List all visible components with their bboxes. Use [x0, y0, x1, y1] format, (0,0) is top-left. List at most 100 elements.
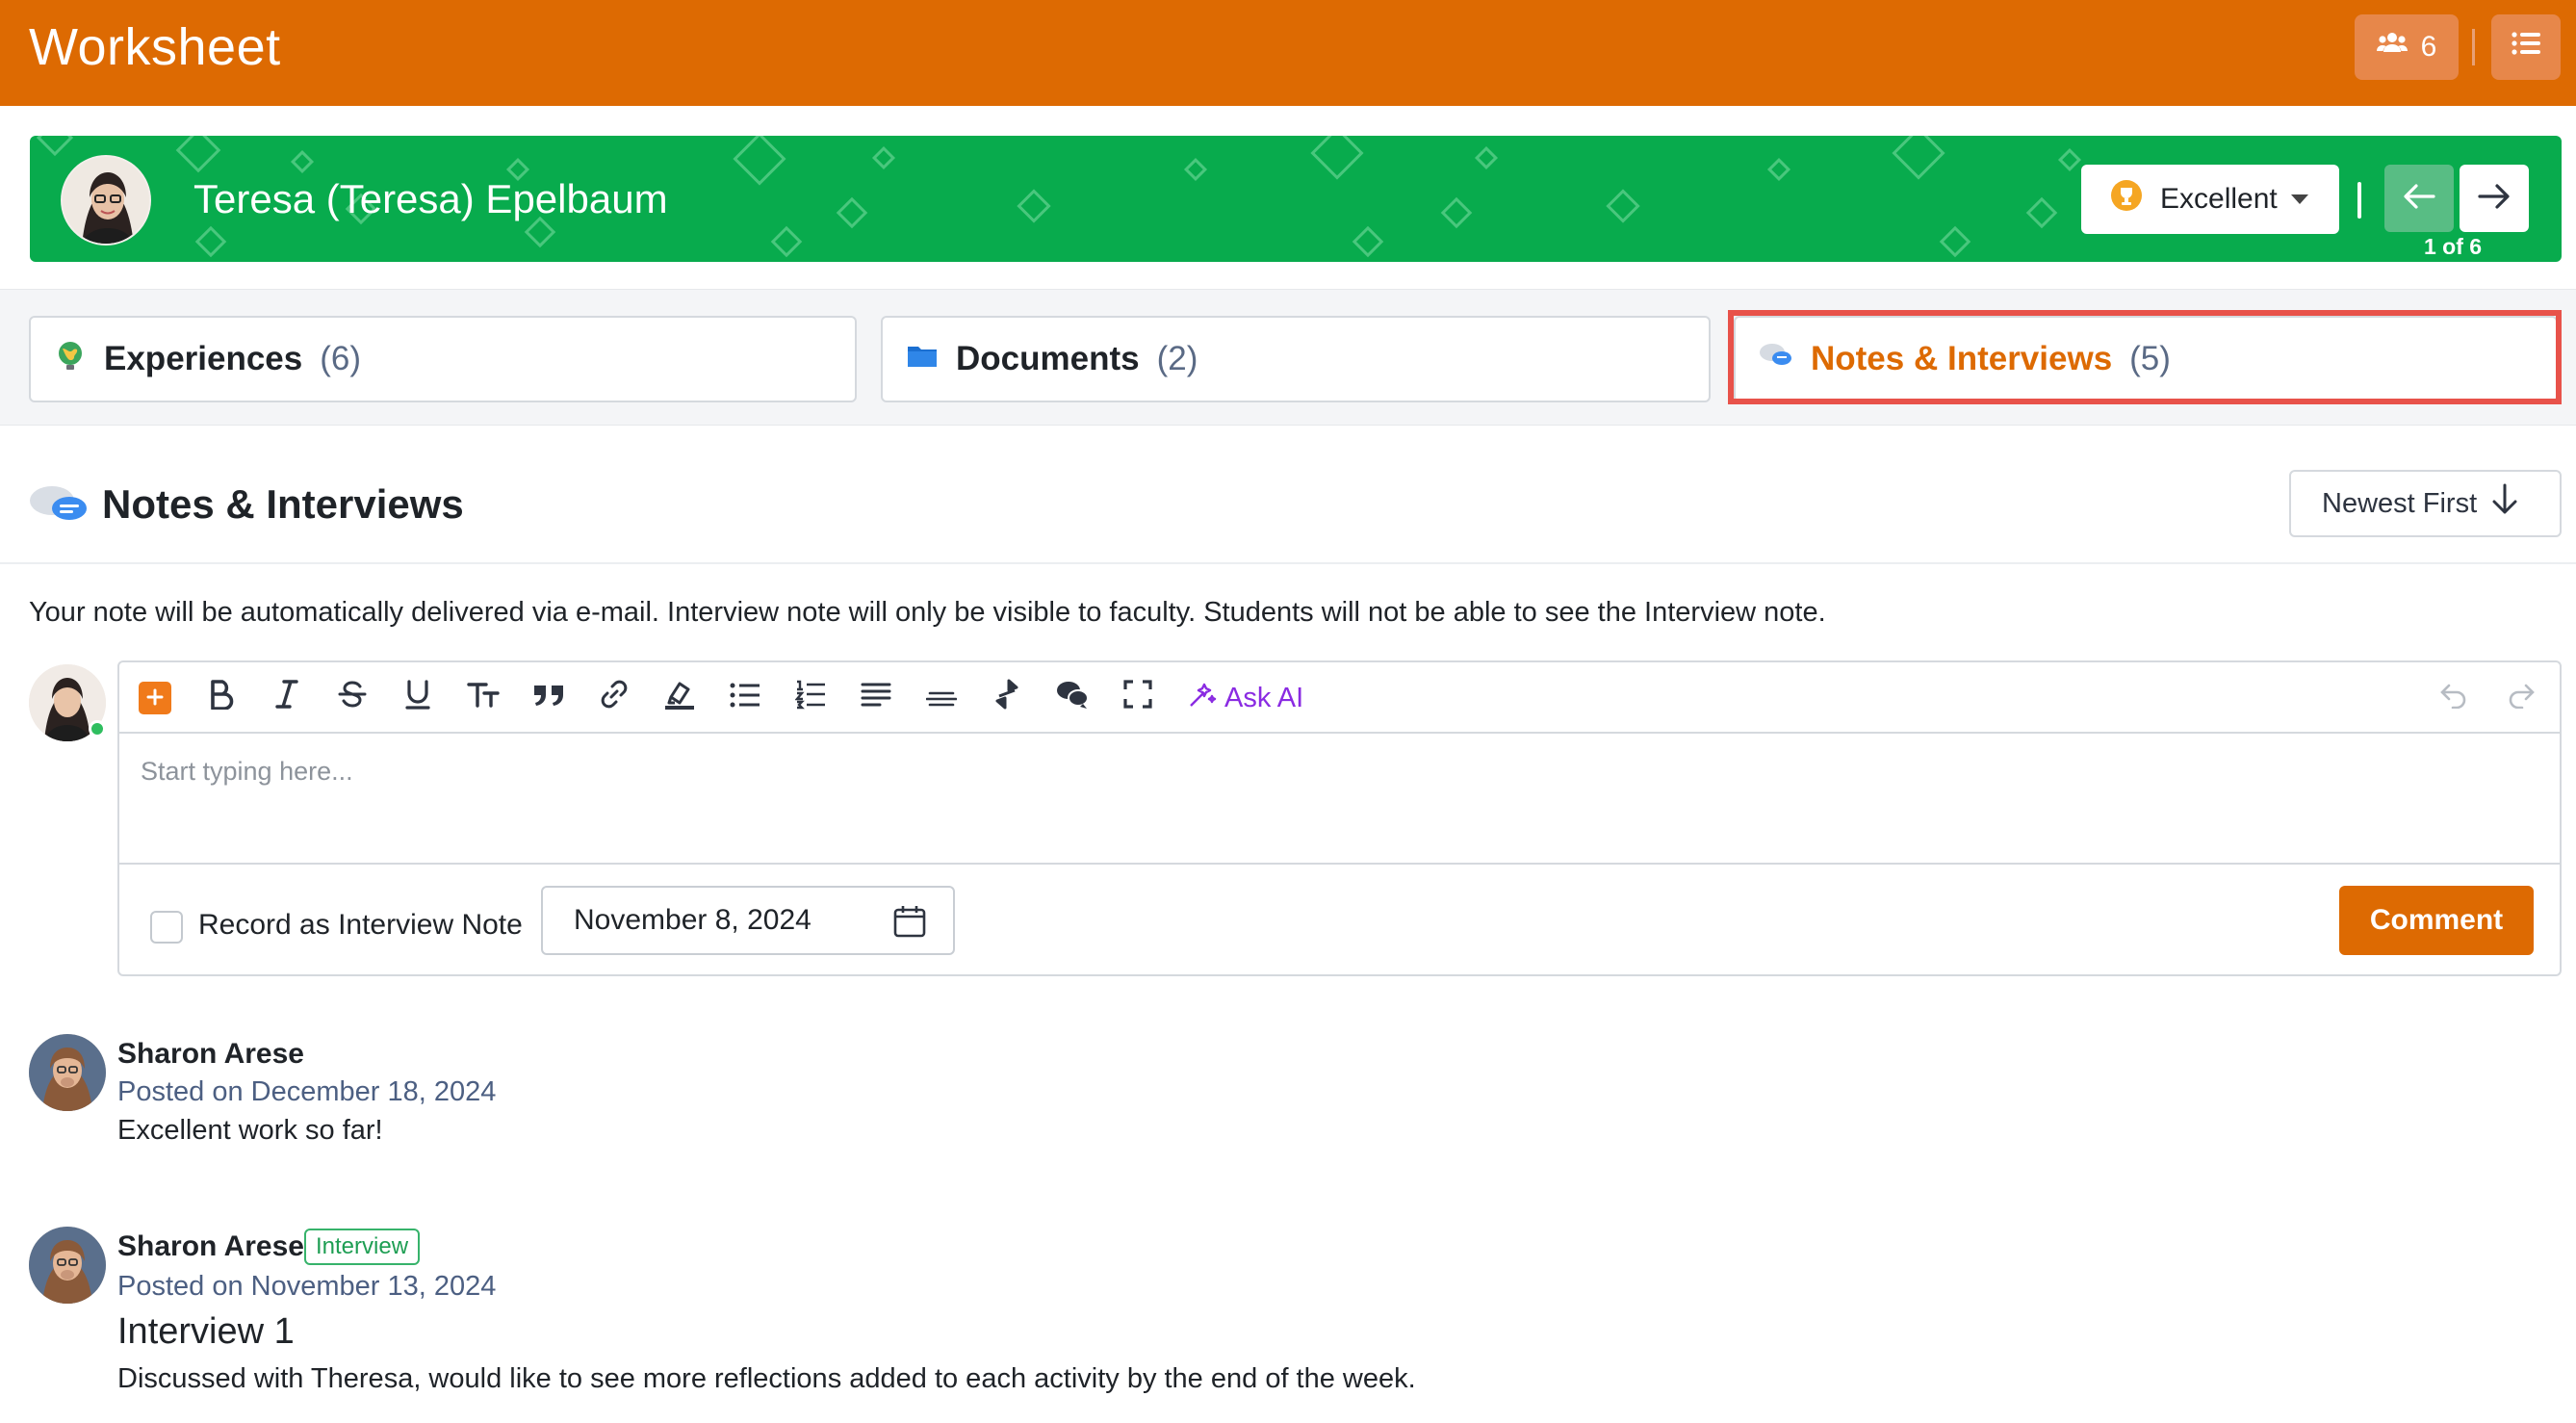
comment-body: Excellent work so far! [117, 1115, 383, 1146]
sort-order-button[interactable]: Newest First [2289, 470, 2562, 537]
date-value: November 8, 2024 [574, 904, 811, 936]
insert-plus-button[interactable] [139, 682, 171, 714]
tab-documents[interactable]: Documents (2) [881, 316, 1711, 402]
email-notice: Your note will be automatically delivere… [29, 597, 1826, 628]
comment-title: Interview 1 [117, 1311, 295, 1352]
highlighter-icon [663, 678, 696, 719]
comment-body: Discussed with Theresa, would like to se… [117, 1363, 1416, 1394]
rating-value: Excellent [2160, 183, 2278, 215]
highlight-button[interactable] [658, 678, 701, 718]
rating-dropdown[interactable]: Excellent [2081, 165, 2339, 234]
editor-toolbar: Ask AI [119, 662, 2560, 734]
trophy-icon [2110, 179, 2143, 220]
section-title: Notes & Interviews [102, 481, 464, 527]
users-icon [2376, 31, 2408, 64]
horizontal-rule-icon [925, 680, 958, 717]
interview-date-field[interactable]: November 8, 2024 [541, 886, 955, 955]
arrow-down-icon [2490, 483, 2519, 524]
insert-media-button[interactable] [986, 678, 1028, 718]
interview-note-label[interactable]: Record as Interview Note [198, 909, 523, 942]
tab-experiences-count: (6) [320, 340, 362, 377]
calendar-icon[interactable] [893, 905, 926, 945]
app-header: Worksheet 6 [0, 0, 2576, 106]
online-status-indicator [89, 720, 106, 737]
underline-button[interactable] [397, 678, 439, 718]
plus-icon [145, 682, 165, 714]
align-button[interactable] [855, 678, 897, 718]
bold-button[interactable] [200, 678, 243, 718]
previous-student-button[interactable] [2384, 165, 2454, 232]
comments-icon [1056, 679, 1089, 718]
tab-notes-label: Notes & Interviews [1811, 340, 2113, 377]
comment-author-avatar [29, 1034, 106, 1111]
fullscreen-button[interactable] [1117, 678, 1159, 718]
undo-button[interactable] [2439, 682, 2468, 713]
menu-list-button[interactable] [2491, 14, 2561, 80]
tab-documents-count: (2) [1156, 340, 1198, 377]
header-divider [2472, 29, 2475, 65]
quote-icon [532, 680, 565, 717]
arrow-left-icon [2403, 183, 2435, 215]
comment-date: Posted on December 18, 2024 [117, 1076, 497, 1107]
numbered-list-button[interactable] [789, 678, 832, 718]
student-banner: Teresa (Teresa) Epelbaum Excellent 1 of … [30, 136, 2562, 262]
tab-experiences-label: Experiences [104, 340, 303, 377]
underline-icon [403, 679, 432, 718]
arrow-right-icon [2478, 183, 2511, 215]
comment-date: Posted on November 13, 2024 [117, 1271, 497, 1302]
strikethrough-button[interactable] [331, 678, 374, 718]
undo-icon [2439, 684, 2468, 712]
comment-submit-button[interactable]: Comment [2339, 886, 2534, 955]
tabs-bar: Experiences (6) Documents (2) Notes & In… [0, 289, 2576, 426]
italic-button[interactable] [266, 678, 308, 718]
text-size-button[interactable] [462, 678, 504, 718]
ask-ai-label: Ask AI [1224, 682, 1304, 713]
list-icon [2512, 31, 2540, 64]
bullet-list-icon [730, 680, 760, 717]
quote-button[interactable] [528, 678, 570, 718]
tab-documents-label: Documents [956, 340, 1140, 377]
app-title: Worksheet [29, 18, 281, 76]
student-avatar [61, 155, 151, 246]
redo-icon [2507, 684, 2536, 712]
folder-icon [906, 340, 939, 378]
tab-notes-count: (5) [2129, 340, 2171, 377]
ask-ai-button[interactable]: Ask AI [1188, 680, 1303, 716]
editor-footer: Record as Interview Note November 8, 202… [119, 863, 2560, 978]
pager-text: 1 of 6 [2424, 234, 2483, 259]
interview-note-checkbox[interactable] [150, 911, 183, 944]
link-button[interactable] [593, 678, 635, 718]
chevron-down-icon [2291, 194, 2308, 204]
banner-divider [2357, 182, 2361, 219]
fullscreen-icon [1123, 679, 1152, 717]
next-student-button[interactable] [2460, 165, 2529, 232]
link-icon [599, 679, 630, 718]
globe-icon [54, 339, 87, 380]
tab-experiences[interactable]: Experiences (6) [29, 316, 857, 402]
chat-bubbles-icon [29, 481, 90, 530]
comment-author-avatar [29, 1227, 106, 1304]
users-count: 6 [2420, 31, 2437, 63]
section-divider [0, 562, 2576, 564]
italic-icon [273, 679, 300, 718]
align-left-icon [861, 680, 891, 717]
magic-wand-icon [1188, 680, 1217, 716]
comment-author: Sharon Arese [117, 1038, 304, 1070]
sort-label: Newest First [2322, 487, 2478, 519]
strikethrough-icon [337, 679, 368, 718]
participants-button[interactable]: 6 [2355, 14, 2459, 80]
sparkle-arrows-icon [992, 679, 1022, 718]
numbered-list-icon [794, 679, 826, 718]
note-editor: Ask AI Start typing here... Record as In… [117, 660, 2562, 976]
student-name: Teresa (Teresa) Epelbaum [193, 176, 668, 221]
tab-notes-interviews[interactable]: Notes & Interviews (5) [1734, 316, 2558, 402]
note-text-area[interactable]: Start typing here... [141, 757, 353, 787]
bullet-list-button[interactable] [724, 678, 766, 718]
bold-icon [208, 679, 235, 718]
redo-button[interactable] [2507, 682, 2536, 713]
horizontal-rule-button[interactable] [920, 678, 963, 718]
chat-bubbles-icon [1759, 340, 1793, 378]
comment-bubble-button[interactable] [1051, 678, 1094, 718]
text-size-icon [467, 679, 500, 718]
comment-author: Sharon Arese [117, 1230, 304, 1262]
